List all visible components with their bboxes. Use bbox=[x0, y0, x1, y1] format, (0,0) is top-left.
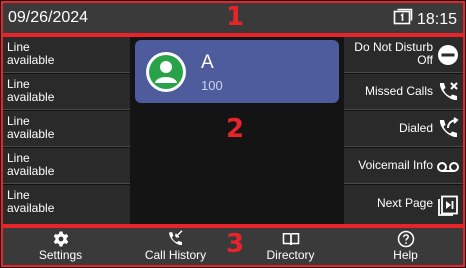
missed-calls-icon bbox=[436, 80, 460, 104]
person-icon bbox=[149, 55, 183, 89]
softkeys-column: Do Not Disturb Off Missed Calls Dialed V… bbox=[344, 37, 463, 224]
voicemail-icon bbox=[436, 154, 460, 178]
line-one-icon bbox=[393, 8, 413, 31]
softkey-label: Dialed bbox=[398, 121, 433, 135]
line-key-status: available bbox=[7, 164, 55, 178]
book-icon bbox=[282, 230, 300, 248]
line-key-1[interactable]: Line available bbox=[3, 37, 130, 73]
avatar bbox=[146, 52, 186, 92]
nav-help[interactable]: Help bbox=[348, 228, 463, 265]
nav-call-history[interactable]: Call History bbox=[118, 228, 233, 265]
softkey-label: Missed Calls bbox=[364, 84, 433, 98]
line-key-2[interactable]: Line available bbox=[3, 74, 130, 110]
nav-label: Directory bbox=[266, 248, 315, 262]
line-key-status: available bbox=[7, 201, 55, 215]
contact-name: A bbox=[201, 52, 214, 73]
softkey-sublabel: Off bbox=[417, 53, 433, 67]
contact-card[interactable]: A 100 bbox=[135, 40, 339, 103]
softkey-label: Next Page bbox=[376, 196, 433, 210]
line-key-status: available bbox=[7, 127, 55, 141]
do-not-disturb-icon bbox=[436, 43, 460, 67]
do-not-disturb-button[interactable]: Do Not Disturb Off bbox=[344, 37, 463, 73]
softkey-label: Voicemail Info bbox=[358, 158, 433, 172]
nav-directory[interactable]: Directory bbox=[233, 228, 348, 265]
next-page-icon bbox=[436, 193, 460, 217]
annotation-number-2: 2 bbox=[226, 114, 245, 144]
status-right: 18:15 bbox=[393, 8, 457, 31]
missed-calls-button[interactable]: Missed Calls bbox=[344, 74, 463, 110]
phone-screen: 09/26/2024 18:15 Line available Line ava… bbox=[0, 0, 466, 268]
status-time: 18:15 bbox=[416, 10, 457, 28]
dialed-calls-icon bbox=[436, 117, 460, 141]
line-key-4[interactable]: Line available bbox=[3, 148, 130, 184]
line-key-status: available bbox=[7, 90, 55, 104]
annotation-number-3: 3 bbox=[226, 229, 245, 259]
gear-icon bbox=[52, 230, 70, 248]
line-key-5[interactable]: Line available bbox=[3, 185, 130, 224]
contact-number: 100 bbox=[201, 78, 223, 93]
nav-label: Help bbox=[393, 248, 418, 262]
nav-settings[interactable]: Settings bbox=[3, 228, 118, 265]
line-keys-column: Line available Line available Line avail… bbox=[3, 37, 130, 224]
line-key-status: available bbox=[7, 53, 55, 67]
annotation-number-1: 1 bbox=[226, 2, 245, 32]
next-page-button[interactable]: Next Page bbox=[344, 185, 463, 224]
nav-label: Call History bbox=[144, 248, 207, 262]
line-key-3[interactable]: Line available bbox=[3, 111, 130, 147]
status-date: 09/26/2024 bbox=[8, 9, 89, 26]
call-history-icon bbox=[167, 230, 185, 248]
voicemail-info-button[interactable]: Voicemail Info bbox=[344, 148, 463, 184]
dialed-button[interactable]: Dialed bbox=[344, 111, 463, 147]
nav-label: Settings bbox=[38, 248, 83, 262]
help-icon bbox=[397, 230, 415, 248]
